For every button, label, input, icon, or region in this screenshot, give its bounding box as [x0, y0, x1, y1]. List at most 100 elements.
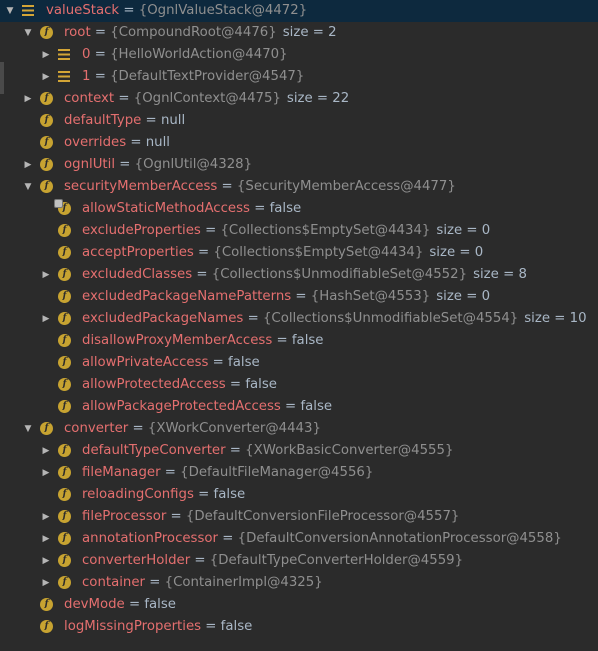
tree-row[interactable]: ▶ f fileManager = {DefaultFileManager@4556…: [0, 462, 598, 484]
variable-value: false: [300, 399, 333, 414]
variable-value: {XWorkBasicConverter@4555}: [245, 443, 454, 458]
tree-row[interactable]: ▶ 0 = {HelloWorldAction@4470}: [0, 44, 598, 66]
variable-name: excludedClasses: [82, 267, 193, 282]
collapse-arrow-icon[interactable]: ▶: [22, 154, 34, 176]
variable-value: {XWorkConverter@4443}: [147, 421, 321, 436]
tree-row[interactable]: f allowProtectedAccess = false: [0, 374, 598, 396]
tree-row[interactable]: f defaultType = null: [0, 110, 598, 132]
variable-name: devMode: [64, 597, 125, 612]
expand-arrow-icon[interactable]: ▼: [4, 0, 16, 22]
tree-row[interactable]: ▶ f annotationProcessor = {DefaultConversi…: [0, 528, 598, 550]
tree-row[interactable]: ▶ f excludedClasses = {Collections$Unmodif…: [0, 264, 598, 286]
tree-row[interactable]: ▶ f container = {ContainerImpl@4325}: [0, 572, 598, 594]
field-icon: f: [58, 576, 71, 589]
variable-name: excludedPackageNamePatterns: [82, 289, 292, 304]
lock-icon: [54, 199, 63, 208]
collapse-arrow-icon[interactable]: ▶: [40, 506, 52, 528]
array-icon: [22, 5, 34, 16]
field-icon: f: [58, 268, 71, 281]
tree-row[interactable]: f excludeProperties = {Collections$EmptyS…: [0, 220, 598, 242]
field-icon: f: [58, 246, 71, 259]
tree-row[interactable]: f devMode = false: [0, 594, 598, 616]
variable-name: acceptProperties: [82, 245, 194, 260]
tree-row[interactable]: f allowStaticMethodAccess = false: [0, 198, 598, 220]
equals-sign: =: [192, 267, 212, 282]
equals-sign: =: [124, 597, 145, 612]
tree-row[interactable]: ▶ f defaultTypeConverter = {XWorkBasicConv…: [0, 440, 598, 462]
tree-row[interactable]: ▶ f context = {OgnlContext@4475} size = 22: [0, 88, 598, 110]
collapse-arrow-icon[interactable]: ▶: [40, 462, 52, 484]
field-icon: f: [58, 532, 71, 545]
variable-value: false: [291, 333, 324, 348]
field-icon: f: [40, 136, 53, 149]
tree-row[interactable]: f reloadingConfigs = false: [0, 484, 598, 506]
tree-row-text: valueStack = {OgnlValueStack@4472}: [46, 0, 307, 22]
variable-value: {OgnlContext@4475}: [133, 91, 281, 106]
equals-sign: =: [280, 399, 301, 414]
expand-arrow-icon[interactable]: ▼: [22, 176, 34, 198]
collapse-arrow-icon[interactable]: ▶: [40, 550, 52, 572]
equals-sign: =: [225, 377, 246, 392]
field-icon: f: [58, 510, 71, 523]
expand-arrow-icon[interactable]: ▼: [22, 418, 34, 440]
variable-name: converterHolder: [82, 553, 191, 568]
tree-row[interactable]: ▼ f converter = {XWorkConverter@4443}: [0, 418, 598, 440]
variable-name: excludeProperties: [82, 223, 201, 238]
size-label: size = 0: [436, 223, 491, 238]
tree-row[interactable]: f allowPrivateAccess = false: [0, 352, 598, 374]
collapse-arrow-icon[interactable]: ▶: [40, 308, 52, 330]
variable-value: {HelloWorldAction@4470}: [110, 47, 288, 62]
tree-row-text: converterHolder = {DefaultTypeConverterH…: [82, 550, 463, 572]
field-icon: f: [58, 290, 71, 303]
tree-row-text: devMode = false: [64, 594, 176, 616]
tree-row[interactable]: ▶ f converterHolder = {DefaultTypeConverte…: [0, 550, 598, 572]
equals-sign: =: [90, 69, 111, 84]
tree-row[interactable]: ▶ f ognlUtil = {OgnlUtil@4328}: [0, 154, 598, 176]
tree-row[interactable]: ▼ valueStack = {OgnlValueStack@4472}: [0, 0, 598, 22]
tree-row[interactable]: ▶ f fileProcessor = {DefaultConversionFile…: [0, 506, 598, 528]
variable-value: false: [220, 619, 253, 634]
variable-value: {CompoundRoot@4476}: [110, 25, 277, 40]
collapse-arrow-icon[interactable]: ▶: [40, 264, 52, 286]
equals-sign: =: [160, 465, 181, 480]
collapse-arrow-icon[interactable]: ▶: [40, 66, 52, 88]
variable-value: false: [228, 355, 260, 370]
field-icon: f: [58, 444, 71, 457]
field-icon: f: [58, 334, 71, 347]
variable-name: excludedPackageNames: [82, 311, 244, 326]
tree-row[interactable]: ▼ f root = {CompoundRoot@4476} size = 2: [0, 22, 598, 44]
collapse-arrow-icon[interactable]: ▶: [40, 440, 52, 462]
tree-row-text: ognlUtil = {OgnlUtil@4328}: [64, 154, 252, 176]
collapse-arrow-icon[interactable]: ▶: [40, 528, 52, 550]
variable-value: null: [145, 135, 170, 150]
tree-row-text: securityMemberAccess = {SecurityMemberAc…: [64, 176, 456, 198]
collapse-arrow-icon[interactable]: ▶: [22, 88, 34, 110]
expand-arrow-icon[interactable]: ▼: [22, 22, 34, 44]
variable-name: allowPrivateAccess: [82, 355, 209, 370]
equals-sign: =: [119, 3, 139, 18]
tree-row[interactable]: ▶ f excludedPackageNames = {Collections$Un…: [0, 308, 598, 330]
tree-row[interactable]: ▶ 1 = {DefaultTextProvider@4547}: [0, 66, 598, 88]
collapse-arrow-icon[interactable]: ▶: [40, 572, 52, 594]
tree-row[interactable]: ▼ f securityMemberAccess = {SecurityMember…: [0, 176, 598, 198]
tree-row[interactable]: f allowPackageProtectedAccess = false: [0, 396, 598, 418]
equals-sign: =: [208, 355, 229, 370]
tree-row-text: defaultType = null: [64, 110, 185, 132]
tree-row[interactable]: f overrides = null: [0, 132, 598, 154]
tree-row[interactable]: f logMissingProperties = false: [0, 616, 598, 638]
debugger-variables-tree: ▼ valueStack = {OgnlValueStack@4472} ▼ f roo…: [0, 0, 598, 638]
left-gutter-marker: [0, 62, 4, 94]
variable-name: allowProtectedAccess: [82, 377, 226, 392]
tree-row-text: excludedPackageNames = {Collections$Unmo…: [82, 308, 587, 330]
size-label: size = 8: [473, 267, 527, 282]
tree-row-text: defaultTypeConverter = {XWorkBasicConver…: [82, 440, 453, 462]
tree-row[interactable]: f acceptProperties = {Collections$EmptySe…: [0, 242, 598, 264]
field-icon: f: [40, 158, 53, 171]
tree-row[interactable]: f disallowProxyMemberAccess = false: [0, 330, 598, 352]
collapse-arrow-icon[interactable]: ▶: [40, 44, 52, 66]
equals-sign: =: [90, 25, 111, 40]
variable-value: {Collections$UnmodifiableSet@4554}: [262, 311, 519, 326]
tree-row[interactable]: f excludedPackageNamePatterns = {HashSet@…: [0, 286, 598, 308]
tree-row-text: 1 = {DefaultTextProvider@4547}: [82, 66, 304, 88]
variable-name: valueStack: [46, 3, 120, 18]
